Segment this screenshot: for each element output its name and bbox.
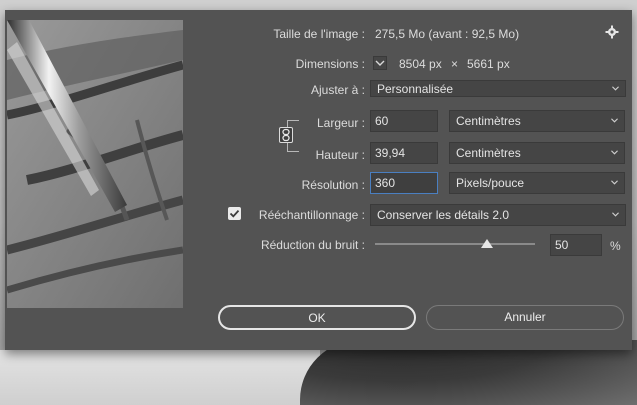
width-unit-value: Centimètres: [456, 114, 521, 128]
chevron-down-icon: [611, 150, 618, 155]
image-preview[interactable]: [7, 20, 183, 308]
height-input[interactable]: 39,94: [370, 142, 438, 164]
resolution-unit-select[interactable]: Pixels/pouce: [449, 172, 625, 194]
resolution-label: Résolution :: [301, 178, 365, 192]
fit-to-value: Personnalisée: [377, 82, 454, 96]
resolution-input[interactable]: 360: [370, 172, 438, 194]
fit-to-select[interactable]: Personnalisée: [370, 80, 626, 97]
resample-method-select[interactable]: Conserver les détails 2.0: [370, 204, 626, 226]
chevron-down-icon: [611, 118, 618, 123]
image-size-label: Taille de l'image :: [273, 27, 365, 41]
chevron-down-icon: [375, 60, 385, 66]
image-size-dialog: Taille de l'image : 275,5 Mo (avant : 92…: [5, 10, 632, 350]
noise-reduction-unit: %: [610, 239, 621, 253]
chevron-down-icon: [612, 86, 619, 91]
height-label: Hauteur :: [315, 148, 365, 162]
cancel-button[interactable]: Annuler: [426, 305, 624, 330]
width-input[interactable]: 60: [370, 110, 438, 132]
dimensions-times: ×: [451, 57, 459, 71]
height-unit-select[interactable]: Centimètres: [449, 142, 625, 164]
dimensions-width: 8504 px: [399, 57, 442, 71]
gear-icon[interactable]: [605, 25, 619, 39]
noise-reduction-slider-thumb[interactable]: [481, 239, 493, 248]
height-unit-value: Centimètres: [456, 146, 521, 160]
resample-label[interactable]: Rééchantillonnage :: [193, 208, 365, 222]
chevron-down-icon: [612, 212, 619, 217]
link-icon[interactable]: [279, 127, 293, 143]
image-size-value: 275,5 Mo (avant : 92,5 Mo): [375, 27, 520, 41]
fit-to-label: Ajuster à :: [310, 83, 365, 97]
ok-button[interactable]: OK: [218, 305, 416, 330]
resolution-unit-value: Pixels/pouce: [456, 176, 525, 190]
constrain-bracket-top: [287, 120, 299, 121]
width-unit-select[interactable]: Centimètres: [449, 110, 625, 132]
dimensions-label: Dimensions :: [295, 57, 365, 71]
noise-reduction-label: Réduction du bruit :: [260, 238, 365, 252]
noise-reduction-input[interactable]: 50: [550, 234, 602, 256]
dimensions-units-dropdown[interactable]: [373, 56, 387, 70]
chevron-down-icon: [611, 180, 618, 185]
background-photo-light-area: [0, 350, 320, 405]
dimensions-height: 5661 px: [467, 57, 510, 71]
resample-method-value: Conserver les détails 2.0: [377, 208, 510, 222]
preview-photo: [7, 20, 183, 308]
noise-reduction-slider[interactable]: [375, 243, 535, 245]
